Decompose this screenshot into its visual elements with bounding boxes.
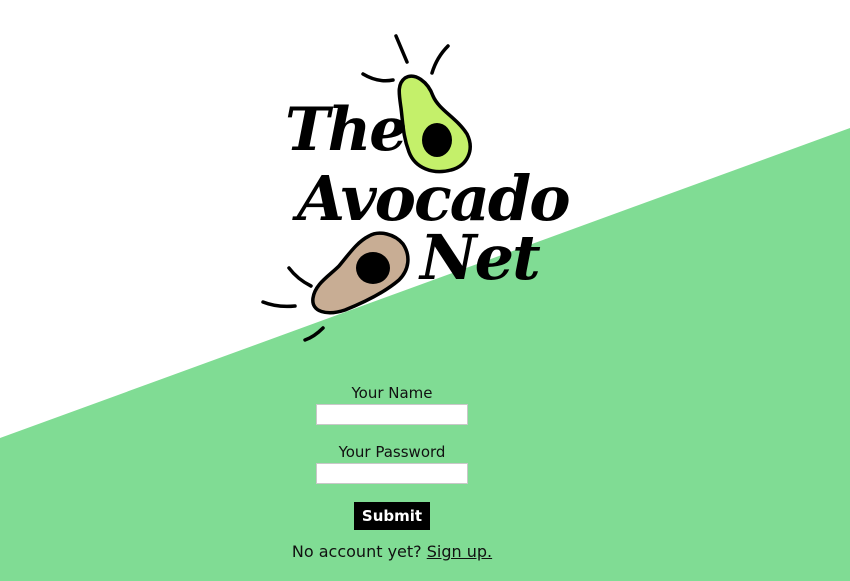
logo-word-net: Net xyxy=(420,221,541,294)
login-page: The Avocado Net Your Name Your Password … xyxy=(0,0,850,581)
name-label: Your Name xyxy=(351,384,433,402)
site-logo: The Avocado Net xyxy=(255,30,571,350)
spark-lines-top xyxy=(361,34,450,83)
password-input[interactable] xyxy=(316,463,468,484)
avocado-tan-icon xyxy=(311,231,410,315)
signup-prompt-text: No account yet? xyxy=(291,542,422,561)
login-form: Your Name Your Password Submit xyxy=(316,384,468,530)
password-label: Your Password xyxy=(338,443,446,461)
signup-prompt-line: No account yet? Sign up. xyxy=(200,542,584,561)
logo-word-the: The xyxy=(285,95,407,165)
submit-button[interactable]: Submit xyxy=(353,502,431,530)
avocado-green-icon xyxy=(397,74,472,174)
name-input[interactable] xyxy=(316,404,468,425)
signup-link[interactable]: Sign up. xyxy=(427,542,492,561)
